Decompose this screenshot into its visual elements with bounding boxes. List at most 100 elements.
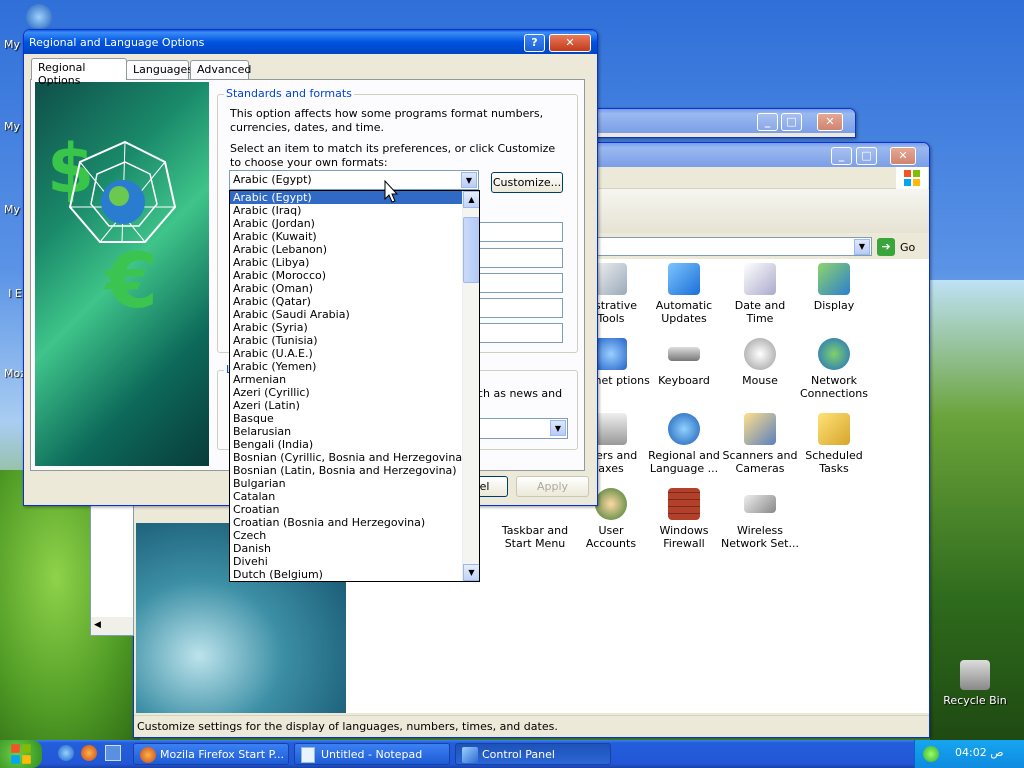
regional-globe-icon [668, 413, 700, 445]
show-desktop-icon[interactable] [105, 745, 121, 761]
list-item[interactable]: Arabic (Lebanon) [230, 243, 479, 256]
format-select[interactable]: Arabic (Egypt) ▼ [229, 170, 479, 190]
list-item[interactable]: Croatian [230, 503, 479, 516]
close-button[interactable]: ✕ [890, 147, 916, 165]
maximize-button[interactable]: □ [856, 147, 877, 165]
scroll-down-button[interactable]: ▼ [463, 564, 479, 581]
dropdown-scrollbar[interactable]: ▲ ▼ [462, 191, 479, 581]
firefox-icon[interactable] [81, 745, 97, 761]
cp-keyboard[interactable]: Keyboard [645, 338, 723, 387]
task-label: Mozila Firefox Start P... [160, 748, 285, 761]
list-item[interactable]: Arabic (Libya) [230, 256, 479, 269]
location-description: uch as news and [470, 387, 563, 400]
apply-button[interactable]: Apply [516, 476, 589, 497]
cp-label: Scheduled Tasks [805, 449, 863, 475]
tab-languages[interactable]: Languages [126, 60, 193, 79]
cp-regional-and-language[interactable]: Regional and Language ... [645, 413, 723, 475]
address-dropdown-arrow[interactable]: ▼ [854, 239, 870, 255]
list-item[interactable]: Arabic (Syria) [230, 321, 479, 334]
list-item[interactable]: Bulgarian [230, 477, 479, 490]
background-window[interactable]: _ □ ✕ [560, 108, 856, 138]
cp-label: Date and Time [734, 299, 786, 325]
help-button[interactable]: ? [524, 34, 545, 52]
cp-windows-firewall[interactable]: Windows Firewall [645, 488, 723, 550]
list-item[interactable]: Arabic (U.A.E.) [230, 347, 479, 360]
calendar-clock-icon [744, 263, 776, 295]
firefox-icon [140, 747, 156, 763]
list-item[interactable]: Croatian (Bosnia and Herzegovina) [230, 516, 479, 529]
list-item[interactable]: Arabic (Yemen) [230, 360, 479, 373]
desktop-icon-label: I E [8, 287, 22, 300]
list-item[interactable]: Azeri (Cyrillic) [230, 386, 479, 399]
cp-mouse[interactable]: Mouse [721, 338, 799, 387]
format-dropdown-list[interactable]: Arabic (Egypt) Arabic (Iraq) Arabic (Jorda… [229, 190, 480, 582]
task-label: Untitled - Notepad [321, 748, 423, 761]
cp-automatic-updates[interactable]: Automatic Updates [645, 263, 723, 325]
task-control-panel[interactable]: Control Panel [455, 743, 611, 765]
cp-display[interactable]: Display [795, 263, 873, 312]
customize-button[interactable]: Customize... [491, 172, 563, 193]
cp-label: User Accounts [585, 524, 637, 550]
list-item[interactable]: Bengali (India) [230, 438, 479, 451]
close-button[interactable]: ✕ [817, 113, 843, 131]
internet-explorer-icon[interactable] [58, 745, 74, 761]
minimize-button[interactable]: _ [831, 147, 852, 165]
close-button[interactable]: ✕ [549, 34, 591, 52]
list-item[interactable]: Armenian [230, 373, 479, 386]
sample-field [477, 273, 563, 293]
list-item[interactable]: Arabic (Oman) [230, 282, 479, 295]
recycle-bin-icon[interactable] [960, 660, 990, 690]
cp-scanners-and-cameras[interactable]: Scanners and Cameras [721, 413, 799, 475]
start-button[interactable] [0, 740, 42, 768]
list-item[interactable]: Bosnian (Latin, Bosnia and Herzegovina) [230, 464, 479, 477]
list-item[interactable]: Arabic (Egypt) [230, 191, 479, 204]
desktop-icon-my-network[interactable]: My [4, 203, 20, 216]
task-firefox[interactable]: Mozila Firefox Start P... [133, 743, 289, 765]
list-item[interactable]: Arabic (Jordan) [230, 217, 479, 230]
chevron-down-icon[interactable]: ▼ [550, 420, 566, 436]
location-select[interactable]: ▼ [466, 418, 568, 439]
desktop-icon-my-documents[interactable]: My [4, 38, 20, 51]
maximize-button[interactable]: □ [781, 113, 802, 131]
windows-logo-icon [896, 167, 928, 189]
scroll-left-arrow[interactable]: ◀ [91, 617, 133, 635]
scroll-up-button[interactable]: ▲ [463, 191, 479, 208]
list-item[interactable]: Arabic (Tunisia) [230, 334, 479, 347]
globe-icon[interactable] [26, 4, 52, 30]
list-item[interactable]: Bosnian (Cyrillic, Bosnia and Herzegovin… [230, 451, 479, 464]
security-shield-icon[interactable] [923, 746, 939, 762]
dialog-titlebar[interactable]: Regional and Language Options [24, 30, 597, 54]
background-window-titlebar[interactable] [561, 109, 855, 133]
go-arrow-icon[interactable]: ➔ [877, 238, 895, 256]
list-item[interactable]: Dutch (Belgium) [230, 568, 479, 581]
list-item[interactable]: Azeri (Latin) [230, 399, 479, 412]
list-item[interactable]: Czech [230, 529, 479, 542]
clock[interactable]: 04:02 ص [955, 746, 1004, 759]
list-item[interactable]: Arabic (Morocco) [230, 269, 479, 282]
list-item[interactable]: Divehi [230, 555, 479, 568]
list-item[interactable]: Arabic (Iraq) [230, 204, 479, 217]
recycle-bin-label[interactable]: Recycle Bin [942, 694, 1008, 707]
tab-advanced[interactable]: Advanced [190, 60, 251, 79]
cp-wireless-network-setup[interactable]: Wireless Network Set... [721, 488, 799, 550]
list-item[interactable]: Arabic (Kuwait) [230, 230, 479, 243]
minimize-button[interactable]: _ [757, 113, 778, 131]
desktop-icon-internet-explorer[interactable]: I E [8, 287, 22, 300]
go-label[interactable]: Go [900, 241, 915, 254]
tab-regional-options[interactable]: Regional Options [31, 58, 127, 87]
scroll-thumb[interactable] [463, 217, 479, 283]
cp-scheduled-tasks[interactable]: Scheduled Tasks [795, 413, 873, 475]
desktop-icon-my-computer[interactable]: My [4, 120, 20, 133]
list-item[interactable]: Belarusian [230, 425, 479, 438]
list-item[interactable]: Catalan [230, 490, 479, 503]
cp-date-and-time[interactable]: Date and Time [721, 263, 799, 325]
list-item[interactable]: Danish [230, 542, 479, 555]
cp-label: Wireless Network Set... [721, 524, 799, 550]
list-item[interactable]: Arabic (Saudi Arabia) [230, 308, 479, 321]
task-notepad[interactable]: Untitled - Notepad [294, 743, 450, 765]
chevron-down-icon[interactable]: ▼ [461, 172, 477, 188]
list-item[interactable]: Basque [230, 412, 479, 425]
cp-label: Mouse [742, 374, 778, 387]
cp-network-connections[interactable]: Network Connections [795, 338, 873, 400]
list-item[interactable]: Arabic (Qatar) [230, 295, 479, 308]
